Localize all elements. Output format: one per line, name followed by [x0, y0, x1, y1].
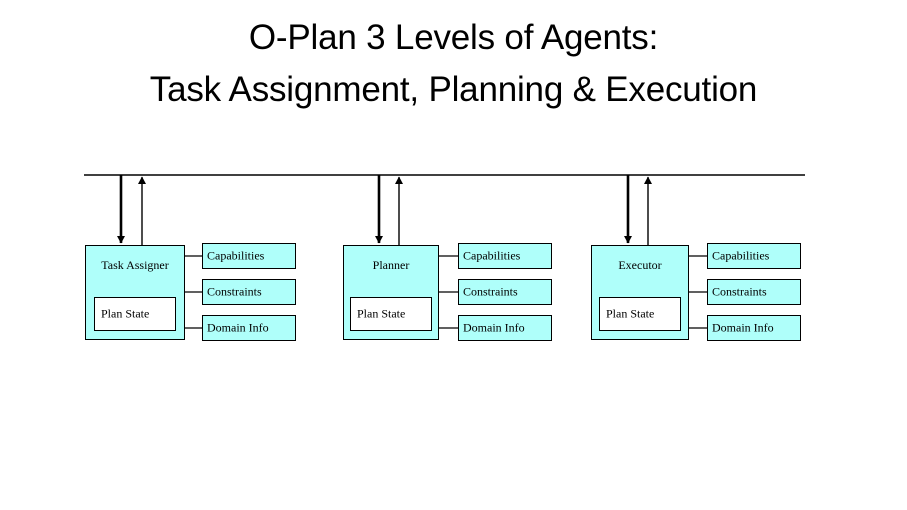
attribute-label-executor-constraints: Constraints [712, 284, 767, 299]
attribute-box-planner-domain-info[interactable]: Domain Info [458, 315, 552, 341]
attribute-label-executor-domain-info: Domain Info [712, 320, 774, 335]
attribute-label-task-assigner-constraints: Constraints [207, 284, 262, 299]
agent-name-task-assigner: Task Assigner [101, 258, 169, 272]
attribute-label-planner-capabilities: Capabilities [463, 248, 521, 263]
agent-name-planner: Planner [372, 258, 410, 272]
attribute-label-task-assigner-domain-info: Domain Info [207, 320, 269, 335]
plan-state-label-planner: Plan State [357, 306, 406, 321]
attribute-label-planner-domain-info: Domain Info [463, 320, 525, 335]
attribute-box-executor-capabilities[interactable]: Capabilities [707, 243, 801, 269]
attribute-box-task-assigner-domain-info[interactable]: Domain Info [202, 315, 296, 341]
agent-bus-arrows-group [117, 175, 652, 245]
attribute-box-task-assigner-capabilities[interactable]: Capabilities [202, 243, 296, 269]
plan-state-box-planner[interactable]: Plan State [350, 297, 432, 331]
attribute-box-executor-domain-info[interactable]: Domain Info [707, 315, 801, 341]
plan-state-label-task-assigner: Plan State [101, 306, 150, 321]
attribute-box-task-assigner-constraints[interactable]: Constraints [202, 279, 296, 305]
plan-state-box-executor[interactable]: Plan State [599, 297, 681, 331]
attribute-box-executor-constraints[interactable]: Constraints [707, 279, 801, 305]
agents-architecture-diagram: Task Assigner Plan State Capabilities Const… [0, 0, 907, 510]
agent-name-executor: Executor [618, 258, 662, 272]
attribute-box-planner-capabilities[interactable]: Capabilities [458, 243, 552, 269]
attribute-label-task-assigner-capabilities: Capabilities [207, 248, 265, 263]
attribute-box-planner-constraints[interactable]: Constraints [458, 279, 552, 305]
plan-state-box-task-assigner[interactable]: Plan State [94, 297, 176, 331]
plan-state-label-executor: Plan State [606, 306, 655, 321]
attribute-label-planner-constraints: Constraints [463, 284, 518, 299]
attribute-label-executor-capabilities: Capabilities [712, 248, 770, 263]
